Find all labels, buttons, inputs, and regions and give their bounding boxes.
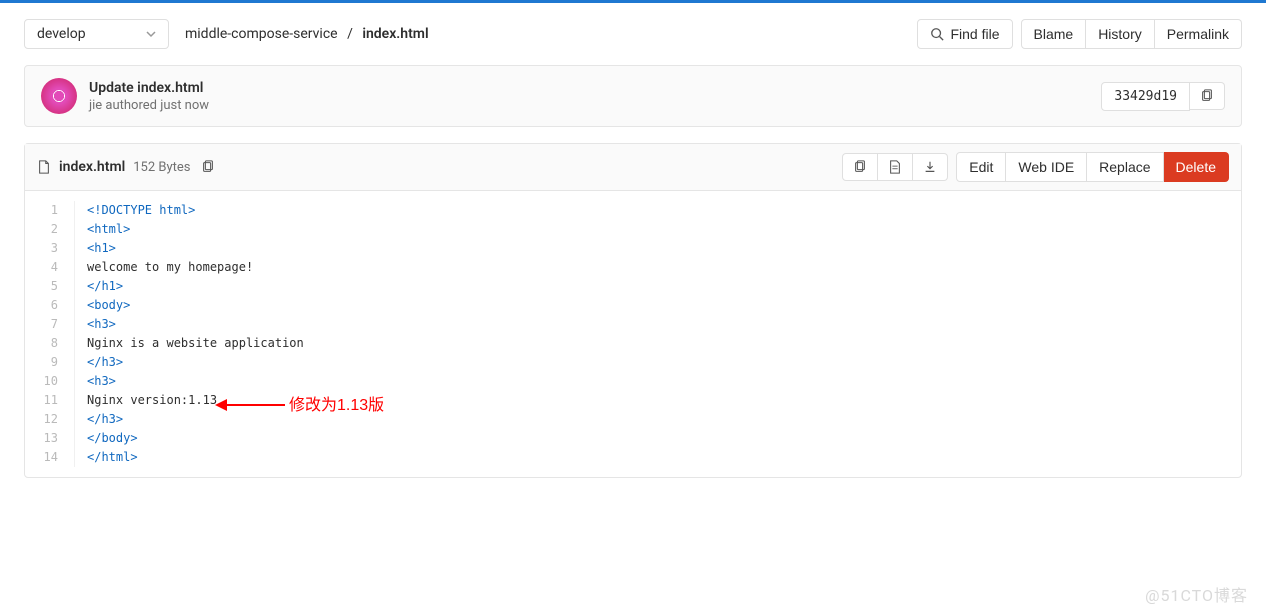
copy-contents-button[interactable] [842, 153, 878, 181]
file-icon [37, 160, 51, 174]
code-line: <h3> [87, 315, 1229, 334]
code-line: Nginx is a website application [87, 334, 1229, 353]
web-ide-button[interactable]: Web IDE [1006, 152, 1087, 182]
breadcrumb-current: index.html [362, 26, 428, 42]
line-number[interactable]: 10 [37, 372, 62, 391]
line-number[interactable]: 7 [37, 315, 62, 334]
commit-sha: 33429d19 [1101, 82, 1190, 111]
raw-button[interactable] [878, 153, 913, 181]
avatar [41, 78, 77, 114]
code-lines: <!DOCTYPE html><html><h1>welcome to my h… [75, 201, 1241, 467]
code-line: <html> [87, 220, 1229, 239]
document-icon [888, 160, 902, 174]
delete-button[interactable]: Delete [1164, 152, 1229, 182]
code-line: </body> [87, 429, 1229, 448]
file-size: 152 Bytes [133, 160, 190, 175]
permalink-button[interactable]: Permalink [1155, 19, 1242, 49]
copy-icon [201, 160, 215, 174]
code-viewer: 1234567891011121314 <!DOCTYPE html><html… [25, 191, 1241, 477]
watermark: @51CTO博客 [1145, 582, 1248, 606]
blame-button[interactable]: Blame [1021, 19, 1087, 49]
replace-button[interactable]: Replace [1087, 152, 1163, 182]
line-number[interactable]: 14 [37, 448, 62, 467]
find-file-button[interactable]: Find file [917, 19, 1012, 49]
copy-sha-button[interactable] [1190, 82, 1225, 110]
code-line: welcome to my homepage! [87, 258, 1229, 277]
copy-path-button[interactable] [199, 158, 217, 176]
line-number[interactable]: 2 [37, 220, 62, 239]
code-line: <!DOCTYPE html> [87, 201, 1229, 220]
download-icon [923, 160, 937, 174]
history-button[interactable]: History [1086, 19, 1155, 49]
line-number[interactable]: 8 [37, 334, 62, 353]
copy-icon [853, 160, 867, 174]
code-line: <h3> [87, 372, 1229, 391]
code-line: </h1> [87, 277, 1229, 296]
find-file-label: Find file [950, 26, 999, 42]
chevron-down-icon [146, 29, 156, 39]
line-number[interactable]: 13 [37, 429, 62, 448]
breadcrumb-parent[interactable]: middle-compose-service [185, 26, 338, 42]
breadcrumb: middle-compose-service / index.html [185, 26, 429, 42]
download-button[interactable] [913, 153, 948, 181]
copy-icon [1200, 89, 1214, 103]
commit-title[interactable]: Update index.html [89, 80, 209, 96]
code-line: <body> [87, 296, 1229, 315]
line-number[interactable]: 4 [37, 258, 62, 277]
line-number[interactable]: 1 [37, 201, 62, 220]
annotation-overlay: 修改为1.13版 [215, 395, 384, 415]
arrow-icon [215, 395, 285, 415]
search-icon [930, 27, 944, 41]
line-number[interactable]: 12 [37, 410, 62, 429]
code-line: <h1> [87, 239, 1229, 258]
line-numbers: 1234567891011121314 [25, 201, 75, 467]
line-number[interactable]: 11 [37, 391, 62, 410]
commit-meta: jie authored just now [89, 98, 209, 113]
file-header-row: develop middle-compose-service / index.h… [24, 19, 1242, 49]
line-number[interactable]: 9 [37, 353, 62, 372]
line-number[interactable]: 6 [37, 296, 62, 315]
line-number[interactable]: 5 [37, 277, 62, 296]
branch-selector[interactable]: develop [24, 19, 169, 49]
commit-info-box: Update index.html jie authored just now … [24, 65, 1242, 127]
file-name: index.html [59, 159, 125, 175]
code-line: </html> [87, 448, 1229, 467]
file-content-box: index.html 152 Bytes [24, 143, 1242, 478]
branch-name: develop [37, 26, 86, 42]
annotation-text: 修改为1.13版 [289, 396, 384, 415]
code-line: </h3> [87, 353, 1229, 372]
edit-button[interactable]: Edit [956, 152, 1006, 182]
line-number[interactable]: 3 [37, 239, 62, 258]
breadcrumb-separator: / [347, 26, 353, 42]
